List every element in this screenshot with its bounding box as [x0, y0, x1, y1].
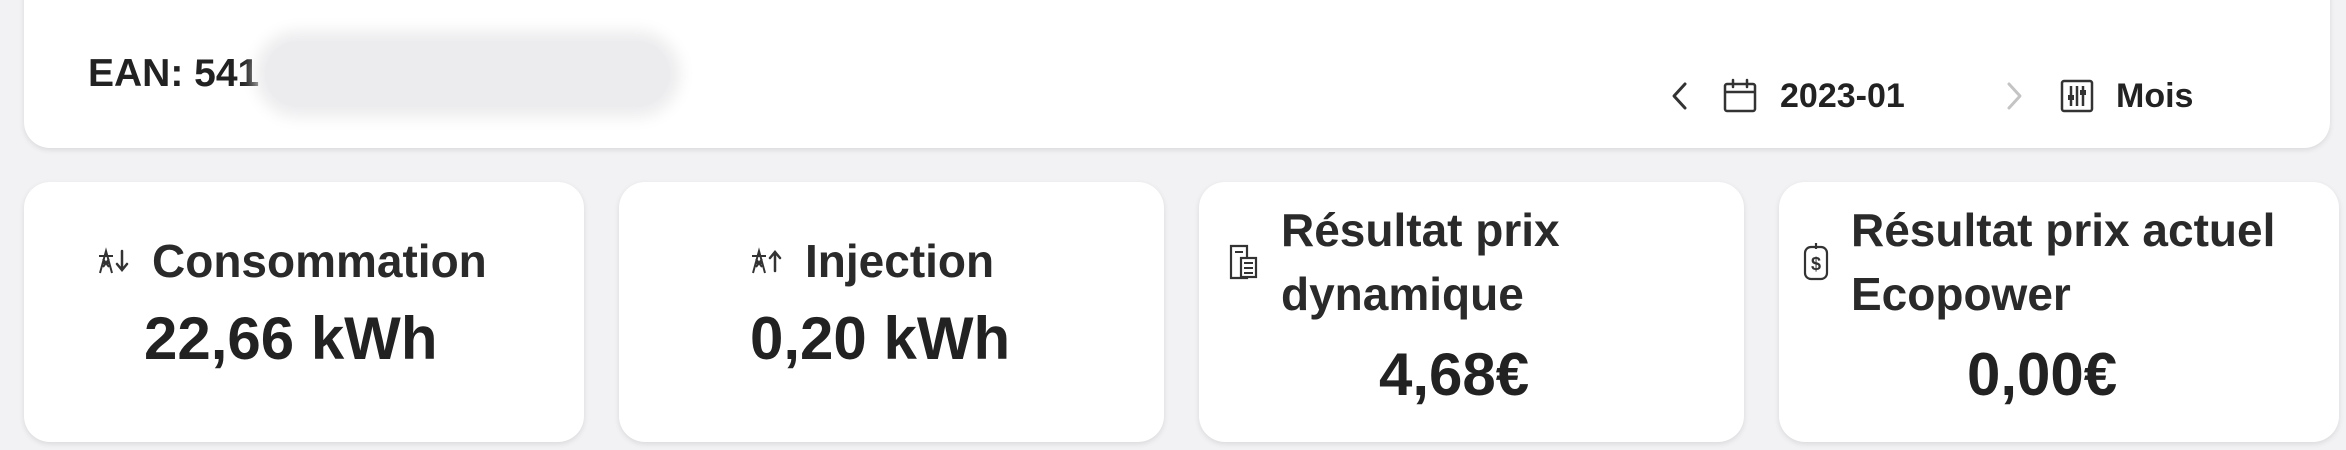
period-label: Mois — [2116, 76, 2194, 115]
ean-label: EAN: 541 — [88, 52, 260, 95]
previous-period-button[interactable] — [1658, 68, 1702, 124]
card-title: Résultat prix dynamique — [1227, 198, 1560, 326]
date-picker-button[interactable]: 2023-01 — [1722, 68, 1905, 124]
invoice-icon — [1227, 244, 1259, 280]
card-value: 4,68€ — [1379, 341, 1530, 408]
card-title: Injection — [749, 229, 994, 293]
card-prix-dynamique: Résultat prix dynamique 4,68€ — [1199, 182, 1744, 442]
adjust-icon — [2060, 79, 2094, 113]
card-injection: Injection 0,20 kWh — [619, 182, 1164, 442]
card-title: Consommation — [96, 229, 487, 293]
price-tag-icon: $ — [1803, 243, 1829, 281]
calendar-icon — [1722, 78, 1758, 114]
chevron-left-icon[interactable] — [1658, 68, 1702, 124]
card-consommation: Consommation 22,66 kWh — [24, 182, 584, 442]
selected-date: 2023-01 — [1780, 76, 1905, 115]
power-line-down-icon — [96, 247, 130, 275]
power-line-up-icon — [749, 247, 783, 275]
card-value: 22,66 kWh — [144, 305, 438, 372]
svg-text:$: $ — [1811, 254, 1821, 274]
period-selector-button[interactable]: Mois — [2060, 68, 2193, 124]
ean-display: EAN: 541 — [88, 41, 671, 107]
chevron-right-icon[interactable] — [1992, 68, 2036, 124]
header-card: EAN: 541 — [24, 0, 2330, 148]
kpi-cards: Consommation 22,66 kWh Injection 0,20 kW… — [24, 182, 2339, 442]
card-title: $ Résultat prix actuel Ecopower — [1803, 198, 2275, 326]
card-value: 0,20 kWh — [750, 305, 1011, 372]
card-prix-ecopower: $ Résultat prix actuel Ecopower 0,00€ — [1779, 182, 2339, 442]
ean-redaction — [265, 41, 671, 107]
next-period-button[interactable] — [1992, 68, 2036, 124]
card-value: 0,00€ — [1967, 341, 2118, 408]
